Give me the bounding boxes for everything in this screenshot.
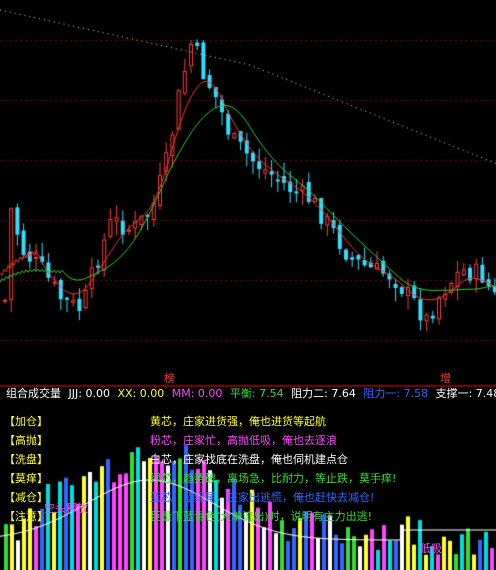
support1-value: 7.48 [475, 387, 496, 400]
legend-label-add: 【加仓】 [4, 415, 48, 428]
indicator-status-bar: 组合成交量 JJJ: 0.00 XX: 0.00 MM: 0.00 平衡: 7.… [0, 387, 496, 401]
resist2-label: 阻力二: [291, 387, 328, 400]
marker-bang: 榜 [164, 372, 175, 385]
jjj-label: JJJ: [68, 387, 82, 400]
indicator-name[interactable]: 组合成交量 [6, 387, 61, 400]
support1-label: 支撑一: [435, 387, 473, 400]
candlestick-chart[interactable] [0, 0, 496, 386]
balance-value: 7.54 [259, 387, 284, 400]
legend-notes: 黄芯，庄家进货强，俺也进货等起航 粉芯，庄家忙，高抛低吸，俺也去逐浪 白芯，庄家… [150, 412, 396, 526]
legend-label-sell-high: 【高抛】 [4, 434, 48, 447]
sub-label-buy-low: 低吸 [420, 542, 442, 555]
xx-label: XX: [117, 387, 137, 400]
legend-labels: 【加仓】 【高抛】 【洗盘】 【莫痒】 【减仓】 【注意】 [4, 412, 48, 526]
legend-note-attention: 巨量下蓝青色(大单流出)时，说明有主力出逃! [150, 510, 372, 523]
balance-label: 平衡: [229, 387, 256, 400]
legend-note-wash: 白芯，庄家找底在洗盘，俺也伺机建点仓 [150, 453, 348, 466]
legend-note-sell-high: 粉芯，庄家忙，高抛低吸，俺也去逐浪 [150, 434, 337, 447]
mm-label: MM: [171, 387, 195, 400]
legend-label-reduce: 【减仓】 [4, 491, 48, 504]
legend-note-reduce: 蓝芯，蓝绿尾，庄家出逃慌，俺也赶快去减仓! [150, 491, 375, 504]
xx-value: 0.00 [139, 387, 165, 400]
legend-label-patience: 【莫痒】 [4, 472, 48, 485]
resist1-value: 7.58 [403, 387, 429, 400]
legend-note-add: 黄芯，庄家进货强，俺也进货等起航 [150, 415, 326, 428]
resist1-label: 阻力一: [363, 387, 401, 400]
legend-label-wash: 【洗盘】 [4, 453, 48, 466]
sub-label-short-release: 空头释放 [44, 502, 88, 515]
resist2-value: 7.64 [331, 387, 356, 400]
marker-zeng: 增 [440, 372, 451, 385]
jjj-value: 0.00 [85, 387, 110, 400]
legend-label-attention: 【注意】 [4, 510, 48, 523]
legend-note-patience: 绿芯，趋势破，离场急，比耐力，等止跌，莫手痒! [150, 472, 397, 485]
mm-value: 0.00 [197, 387, 223, 400]
